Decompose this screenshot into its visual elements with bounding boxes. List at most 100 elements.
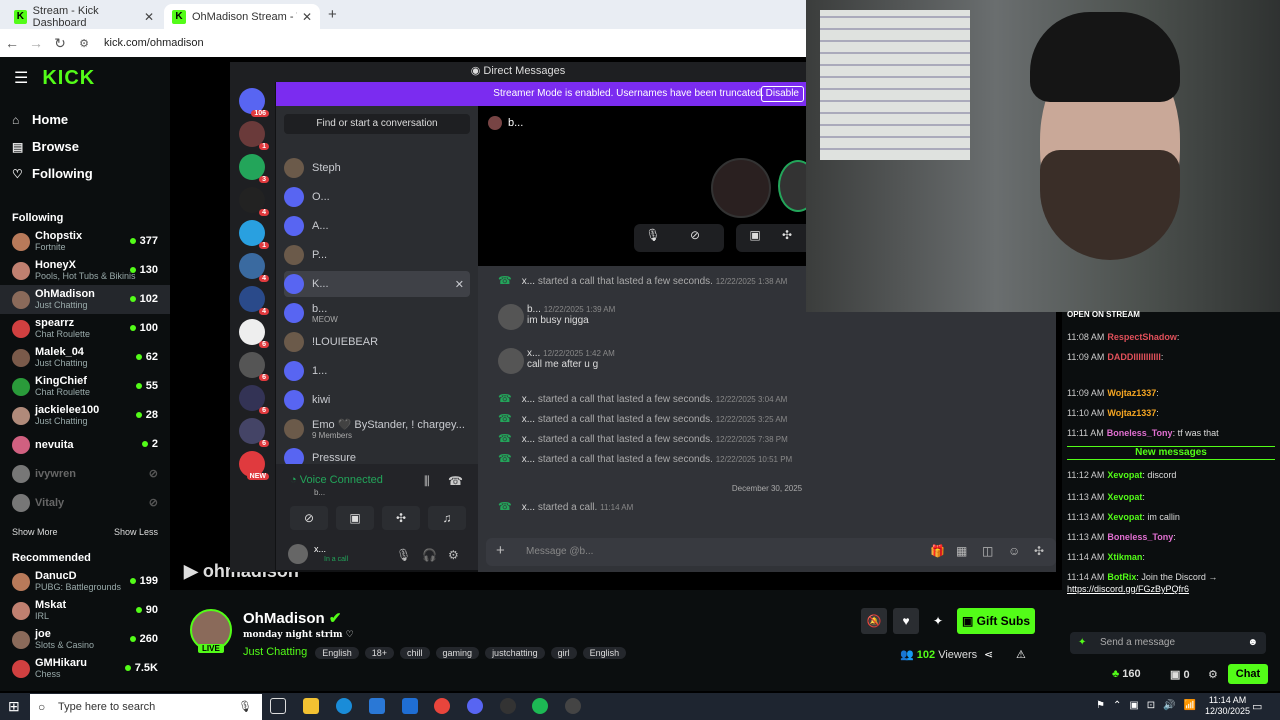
emoji-icon[interactable]: ☺ [1008,544,1020,558]
spotify-icon[interactable] [532,698,548,714]
dm-item[interactable]: 1... [284,358,470,384]
disconnect-icon[interactable]: ☎ [448,474,463,488]
channel-item[interactable]: nevuita 2 [0,430,170,459]
camera-off-icon[interactable]: ⊘ [680,228,710,248]
stream-category[interactable]: Just Chatting [243,646,307,658]
chat-username[interactable]: Wojtaz1337 [1107,408,1156,418]
chat-username[interactable]: RespectShadow [1107,332,1177,342]
channel-item[interactable]: Chopstix Fortnite 377 [0,227,170,256]
chat-username[interactable]: Boneless_Tony [1107,532,1173,542]
emote-icon[interactable]: ✦ [1078,632,1086,654]
store-icon[interactable] [369,698,385,714]
tab-kick-dashboard[interactable]: K Stream - Kick Dashboard ✕ [6,4,162,29]
stream-tag[interactable]: chill [400,647,430,659]
taskbar-search[interactable]: ○ Type here to search 🎙 [30,694,262,720]
send-message-input[interactable]: ✦ Send a message ☻ [1070,632,1266,654]
url-field[interactable]: kick.com/ohmadison [104,37,204,49]
tab-ohmadison-stream[interactable]: K OhMadison Stream - Watch ✕ [164,4,320,29]
channel-item[interactable]: Malek_04 Just Chatting 62 [0,343,170,372]
channel-item[interactable]: Mskat IRL 90 [0,596,170,625]
server-icon[interactable]: 6 [239,319,269,348]
reload-icon[interactable]: ↻ [48,35,72,52]
activities-icon[interactable]: ✣ [772,228,802,248]
sparkle-icon[interactable]: ✦ [925,608,951,634]
report-icon[interactable]: ⚠ [1016,648,1026,661]
nav-following[interactable]: ♡ Following [0,160,170,187]
apps-icon[interactable]: ✣ [1034,544,1044,558]
channel-item[interactable]: jackielee100 Just Chatting 28 [0,401,170,430]
channel-item[interactable]: OhMadison Just Chatting 102 [0,285,170,314]
taskbar-clock[interactable]: 11:14 AM 12/30/2025 [1205,695,1250,717]
stream-tag[interactable]: gaming [435,647,480,659]
channel-item[interactable]: DanucD PUBG: Battlegrounds 199 [0,567,170,596]
channel-item[interactable]: KingChief Chat Roulette 55 [0,372,170,401]
chrome-icon[interactable] [434,698,450,714]
chat-username[interactable]: Xevopat [1107,470,1142,480]
server-icon[interactable]: 1 [239,121,269,150]
dm-item[interactable]: Emo 🖤 ByStander, ! chargey... 9 Members [284,416,470,442]
chat-username[interactable]: Xevopat [1107,512,1142,522]
close-tab-icon[interactable]: ✕ [144,10,154,24]
dm-item[interactable]: Steph [284,155,470,181]
server-icon[interactable]: 1 [239,220,269,249]
channel-item[interactable]: ivywren ⊘ [0,459,170,488]
find-conversation-input[interactable]: Find or start a conversation [284,114,470,134]
dm-item[interactable]: P... [284,242,470,268]
file-explorer-icon[interactable] [303,698,319,714]
sticker-icon[interactable]: ◫ [982,544,993,558]
chat-settings-icon[interactable]: ⚙ [1208,668,1218,681]
menu-icon[interactable]: ☰ [14,68,28,88]
user-avatar[interactable] [288,544,308,564]
stream-tag[interactable]: girl [550,647,577,659]
gift-icon[interactable]: 🎁 [930,544,945,558]
channel-item[interactable]: joe Slots & Casino 260 [0,625,170,654]
server-icon[interactable]: 4 [239,286,269,315]
headphones-icon[interactable]: 🎧 [422,548,437,562]
screenshare-icon[interactable]: ▣ [336,506,374,530]
server-icon[interactable]: 6 [239,385,269,414]
chat-username[interactable]: Wojtaz1337 [1107,388,1156,398]
notifications-icon[interactable]: ▭ [1252,700,1262,713]
channel-item[interactable]: HoneyX Pools, Hot Tubs & Bikinis 130 [0,256,170,285]
task-view-icon[interactable] [270,698,286,714]
dm-item[interactable]: O... [284,184,470,210]
nav-home[interactable]: ⌂ Home [0,106,170,133]
server-icon[interactable]: NEW [239,451,269,480]
mute-notifications-icon[interactable]: 🔕 [861,608,887,634]
add-attachment-icon[interactable]: + [496,542,505,559]
channel-item[interactable]: spearrz Chat Roulette 100 [0,314,170,343]
server-icon[interactable]: 3 [239,154,269,183]
new-tab-button[interactable]: + [328,6,337,23]
new-messages-divider[interactable]: New messages [1067,446,1275,460]
gift-subs-button[interactable]: ▣ Gift Subs [957,608,1035,634]
back-icon[interactable]: ← [0,35,24,51]
chat-username[interactable]: Xtikman [1107,552,1142,562]
mail-icon[interactable] [402,698,418,714]
stream-tag[interactable]: English [315,647,359,659]
stream-tag[interactable]: justchatting [485,647,545,659]
microphone-icon[interactable]: 🎙 [238,694,252,720]
channel-item[interactable]: GMHikaru Chess 7.5K [0,654,170,683]
dm-item[interactable]: A... [284,213,470,239]
nav-browse[interactable]: ▤ Browse [0,133,170,160]
soundboard-icon[interactable]: ♫ [428,506,466,530]
system-tray-icons[interactable]: ⚑⌃▣⊡🔊📶 [1096,700,1204,711]
site-info-icon[interactable]: ⚙ [72,37,96,50]
discord-link[interactable]: https://discord.gg/FGzByPQfr6 [1067,584,1189,594]
noise-suppression-icon[interactable]: ⫼ [424,474,430,489]
dm-item[interactable]: K... ✕ [284,271,470,297]
activities-icon[interactable]: ✣ [382,506,420,530]
camera-off-icon[interactable]: ⊘ [290,506,328,530]
follow-heart-icon[interactable]: ♥ [893,608,919,634]
dm-item[interactable]: b... MEOW [284,300,470,326]
dm-item[interactable]: !LOUIEBEAR [284,329,470,355]
chat-send-button[interactable]: Chat [1228,664,1268,684]
windows-start-icon[interactable]: ⊞ [8,698,20,715]
microphone-icon[interactable]: 🎙 [638,228,668,248]
server-icon[interactable]: 6 [239,352,269,381]
obs-icon[interactable] [500,698,516,714]
chat-username[interactable]: Xevopat [1107,492,1142,502]
server-icon[interactable]: 4 [239,253,269,282]
server-icon[interactable]: 106 [239,88,269,117]
edge-icon[interactable] [336,698,352,714]
